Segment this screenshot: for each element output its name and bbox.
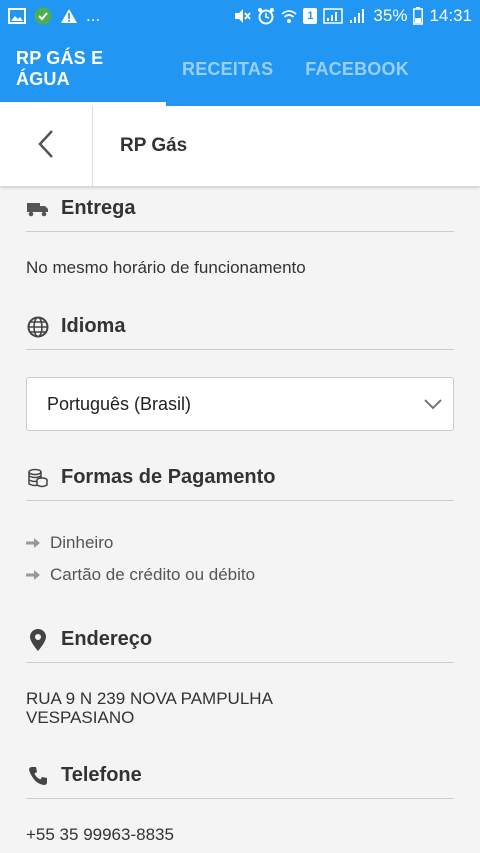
mute-icon [233,8,252,24]
section-telefone-label: Telefone [61,764,142,786]
list-item: Dinheiro [26,527,454,559]
gallery-icon [8,8,26,24]
section-endereco-title: Endereço [26,617,454,663]
notifications-more: ... [86,6,101,25]
payment-method-label: Cartão de crédito ou débito [50,565,256,584]
address-block: RUA 9 N 239 NOVA PAMPULHA VESPASIANO [26,689,454,727]
clock: 14:31 [429,6,472,25]
chevron-left-icon [36,129,56,164]
tab-rp-gas-e-agua[interactable]: RP GÁS E ÁGUA [0,32,166,106]
truck-icon [26,197,50,221]
page-header: RP Gás [0,106,480,186]
section-pagamento-label: Formas de Pagamento [61,466,276,488]
battery-percent: 35% [373,6,408,25]
check-circle-icon [34,7,52,25]
sim-badge-icon: 1 [303,8,318,24]
page-title: RP Gás [120,135,188,156]
signal-bars-icon [349,8,367,24]
tab-facebook[interactable]: FACEBOOK [289,32,425,106]
section-entrega-title: Entrega [26,186,454,232]
payment-method-label: Dinheiro [50,533,114,552]
payment-methods-list: Dinheiro Cartão de crédito ou débito [26,527,454,591]
battery-icon [413,7,424,25]
map-pin-icon [26,628,50,652]
coins-icon [26,466,50,490]
phone-icon [26,764,50,788]
globe-icon [26,315,50,339]
section-idioma-title: Idioma [26,304,454,350]
tab-receitas[interactable]: RECEITAS [166,32,289,106]
section-endereco-label: Endereço [61,628,153,650]
address-line-1: RUA 9 N 239 NOVA PAMPULHA [26,689,273,708]
sim-badge-label: 1 [307,10,314,22]
back-button[interactable] [0,106,93,186]
arrow-right-icon [26,537,40,549]
delivery-info: No mesmo horário de funcionamento [26,258,306,277]
store-details: Entrega No mesmo horário de funcionament… [26,186,454,845]
list-item: Cartão de crédito ou débito [26,559,454,591]
section-pagamento-title: Formas de Pagamento [26,455,454,501]
status-bar: ... 1 35% 14:31 [0,0,480,32]
section-idioma-label: Idioma [61,315,126,337]
arrow-right-icon [26,569,40,581]
phone-number[interactable]: +55 35 99963-8835 [26,825,454,845]
warning-icon [60,8,78,24]
address-line-2: VESPASIANO [26,708,135,727]
wifi-icon [281,8,298,24]
language-select[interactable]: Português (Brasil) [26,377,454,431]
language-select-value: Português (Brasil) [47,393,192,414]
section-telefone-title: Telefone [26,753,454,799]
tab-bar: RP GÁS E ÁGUA RECEITAS FACEBOOK [0,32,480,106]
signal-icon [323,8,344,24]
chevron-down-icon [423,394,443,419]
section-entrega-label: Entrega [61,197,136,219]
alarm-icon [257,7,275,25]
